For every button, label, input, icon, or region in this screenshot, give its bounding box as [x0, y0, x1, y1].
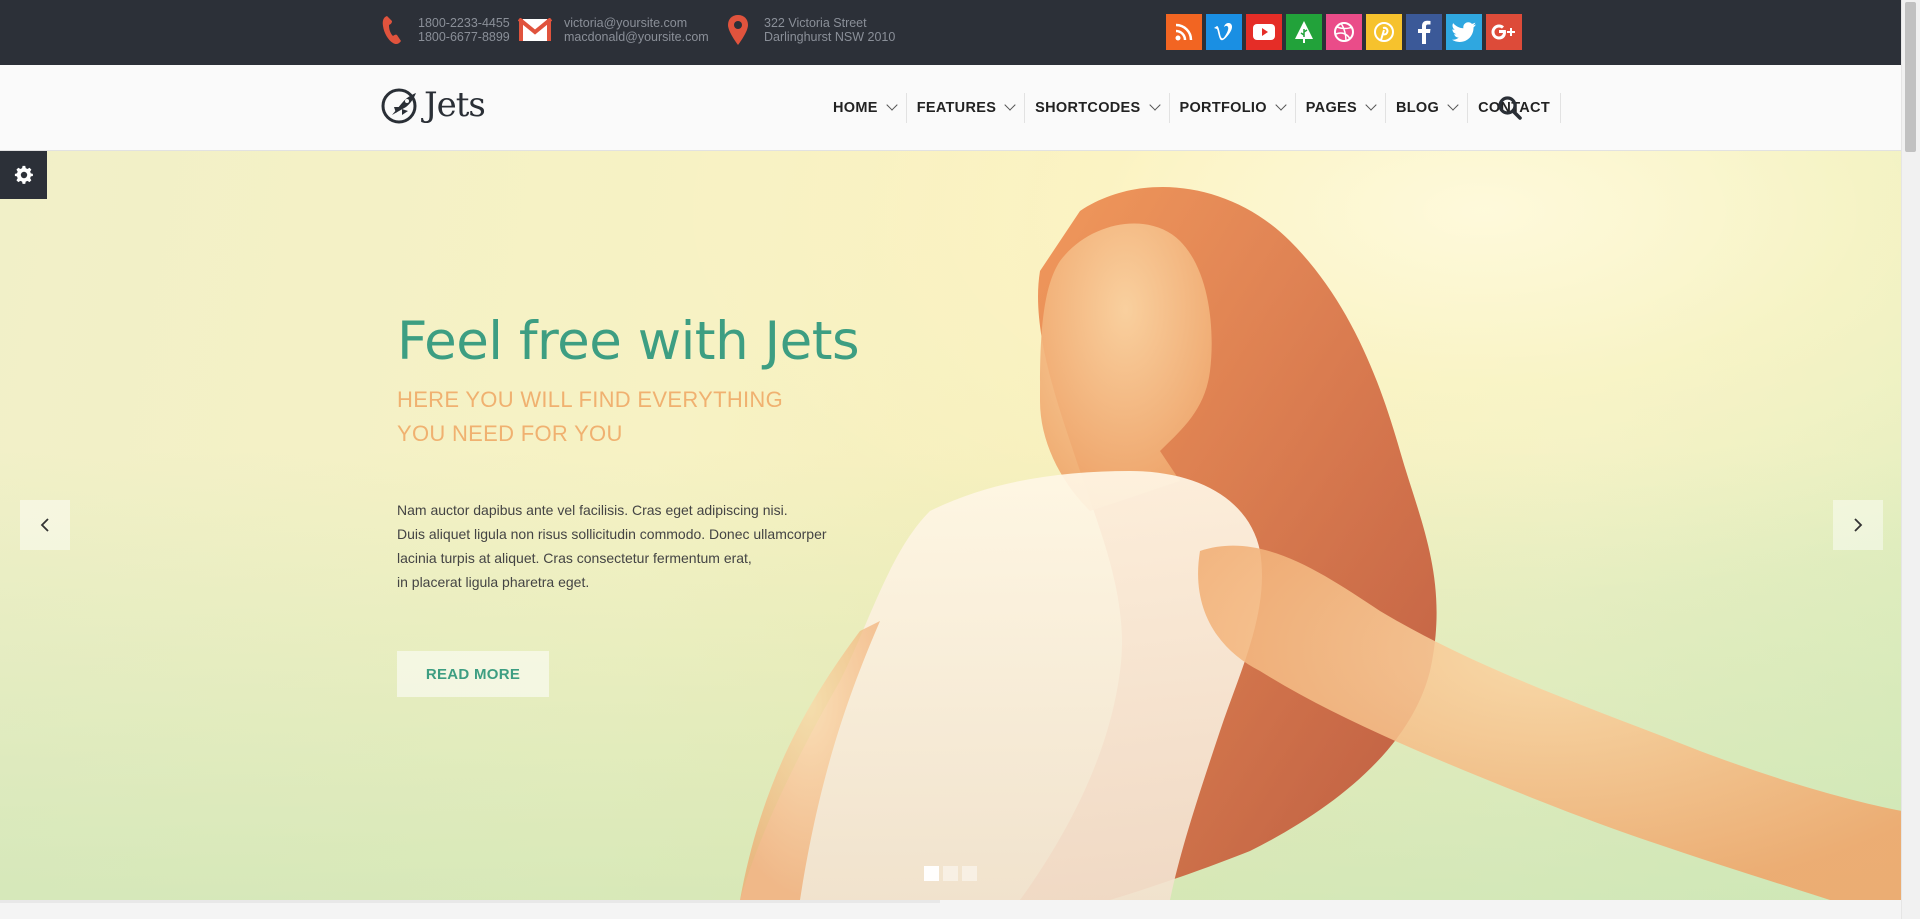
rocket-logo-icon — [381, 88, 417, 124]
facebook-icon[interactable] — [1406, 14, 1442, 50]
page-bottom-strip — [0, 900, 1902, 919]
nav-features-label: FEATURES — [916, 99, 997, 116]
phone-line-2: 1800-6677-8899 — [418, 30, 510, 44]
nav-pages[interactable]: PAGES — [1296, 92, 1386, 123]
nav-portfolio[interactable]: PORTFOLIO — [1170, 92, 1296, 123]
nav-blog[interactable]: BLOG — [1386, 92, 1469, 123]
vimeo-icon[interactable] — [1206, 14, 1242, 50]
social-links — [1166, 14, 1522, 50]
chevron-down-icon — [1365, 99, 1377, 111]
email-line-2[interactable]: macdonald@yoursite.com — [564, 30, 709, 44]
gear-icon — [14, 165, 33, 184]
hero-body-text: Nam auctor dapibus ante vel facilisis. C… — [397, 498, 827, 594]
hero-subtitle: HERE YOU WILL FIND EVERYTHING YOU NEED F… — [397, 383, 783, 451]
slider-dot-2[interactable] — [943, 866, 958, 881]
contact-address: 322 Victoria Street Darlinghurst NSW 201… — [724, 14, 895, 46]
phone-line-1: 1800-2233-4455 — [418, 16, 510, 30]
contact-phone: 1800-2233-4455 1800-6677-8899 — [378, 14, 510, 46]
contact-email: victoria@yoursite.com macdonald@yoursite… — [518, 14, 709, 46]
hero-body-line-1: Nam auctor dapibus ante vel facilisis. C… — [397, 502, 788, 518]
hero-slider: Feel free with Jets HERE YOU WILL FIND E… — [0, 151, 1902, 900]
twitter-icon[interactable] — [1446, 14, 1482, 50]
youtube-icon[interactable] — [1246, 14, 1282, 50]
slider-prev-button[interactable] — [20, 500, 70, 550]
slider-dot-1[interactable] — [924, 866, 939, 881]
page-scrollbar[interactable] — [1901, 0, 1920, 919]
site-logo[interactable]: Jets — [380, 85, 486, 125]
slider-progress-bar — [0, 900, 940, 903]
hero-title: Feel free with Jets — [397, 311, 860, 372]
nav-features[interactable]: FEATURES — [907, 92, 1026, 123]
hero-body-line-2: Duis aliquet ligula non risus sollicitud… — [397, 526, 827, 542]
address-line-1: 322 Victoria Street — [764, 16, 867, 30]
nav-portfolio-label: PORTFOLIO — [1179, 99, 1267, 116]
hero-subtitle-line-1: HERE YOU WILL FIND EVERYTHING — [397, 387, 784, 412]
email-line-1[interactable]: victoria@yoursite.com — [564, 16, 709, 30]
hero-body-line-4: in placerat ligula pharetra eget. — [397, 574, 590, 590]
nav-blog-label: BLOG — [1395, 99, 1440, 116]
nav-shortcodes-label: SHORTCODES — [1035, 99, 1141, 116]
chevron-down-icon — [886, 99, 898, 111]
nav-home-label: HOME — [833, 99, 878, 116]
main-header: Jets HOME FEATURES SHORTCODES PORTFOLIO … — [0, 65, 1902, 151]
chevron-down-icon — [1275, 99, 1287, 111]
google-plus-icon[interactable] — [1486, 14, 1522, 50]
map-pin-icon — [724, 14, 752, 46]
pinterest-icon[interactable] — [1366, 14, 1402, 50]
slider-dot-3[interactable] — [962, 866, 977, 881]
hero-body-line-3: lacinia turpis at aliquet. Cras consecte… — [397, 550, 752, 566]
scrollbar-thumb[interactable] — [1905, 2, 1916, 152]
nav-shortcodes[interactable]: SHORTCODES — [1025, 92, 1170, 123]
logo-text: Jets — [424, 85, 486, 125]
nav-home[interactable]: HOME — [823, 92, 907, 123]
nav-pages-label: PAGES — [1305, 99, 1357, 116]
read-more-button[interactable]: READ MORE — [397, 651, 549, 697]
chevron-right-icon — [1854, 518, 1863, 532]
chevron-down-icon — [1148, 99, 1161, 111]
slider-next-button[interactable] — [1833, 500, 1883, 550]
chevron-left-icon — [40, 518, 49, 532]
address-line-2: Darlinghurst NSW 2010 — [764, 30, 896, 44]
mail-icon — [518, 14, 552, 46]
settings-panel-toggle[interactable] — [0, 151, 47, 199]
hero-subtitle-line-2: YOU NEED FOR YOU — [397, 421, 623, 446]
chevron-down-icon — [1004, 99, 1016, 111]
dribbble-icon[interactable] — [1326, 14, 1362, 50]
top-bar: 1800-2233-4455 1800-6677-8899 victoria@y… — [0, 0, 1902, 65]
forrst-icon[interactable] — [1286, 14, 1322, 50]
rss-icon[interactable] — [1166, 14, 1202, 50]
hero-background-image — [740, 187, 1902, 900]
search-icon[interactable] — [1497, 95, 1523, 121]
main-nav: HOME FEATURES SHORTCODES PORTFOLIO PAGES… — [823, 65, 1561, 150]
phone-icon — [378, 14, 406, 46]
slider-pagination — [924, 866, 977, 881]
chevron-down-icon — [1447, 99, 1459, 111]
